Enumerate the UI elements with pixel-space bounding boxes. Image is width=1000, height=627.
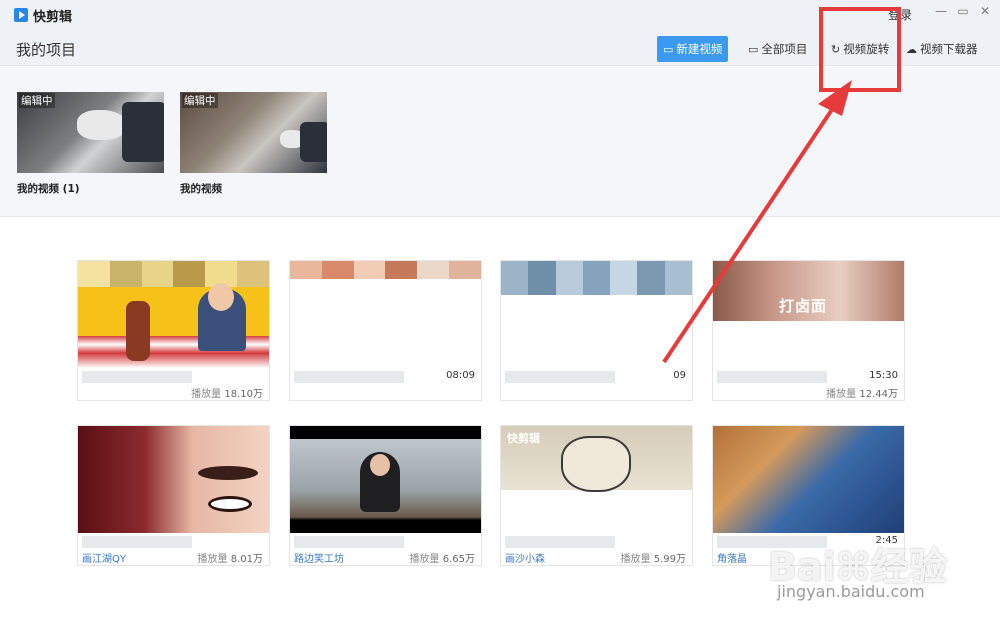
video-thumbnail[interactable] bbox=[290, 261, 481, 368]
views-value: 18.10万 bbox=[224, 389, 263, 400]
video-thumbnail[interactable] bbox=[501, 261, 692, 368]
video-title-blurred bbox=[505, 371, 615, 383]
all-projects-button[interactable]: ▭ 全部项目 bbox=[742, 36, 813, 62]
video-info: 15:30 播放量 12.44万 bbox=[713, 368, 904, 400]
video-author[interactable]: 路边笑工坊 bbox=[294, 550, 344, 565]
video-views: 播放量 12.44万 bbox=[826, 385, 898, 400]
new-video-label: 新建视频 bbox=[676, 42, 723, 56]
thumbnail-eye bbox=[208, 496, 252, 512]
video-card[interactable]: 快剪辑 画沙小森 播放量 5.99万 bbox=[500, 425, 693, 566]
video-info: 路边笑工坊 播放量 6.65万 bbox=[290, 533, 481, 565]
views-value: 6.65万 bbox=[442, 554, 475, 565]
thumbnail-mosaic bbox=[78, 261, 269, 287]
video-info: 画江湖QY 播放量 8.01万 bbox=[78, 533, 269, 565]
video-card[interactable]: 播放量 18.10万 bbox=[77, 260, 270, 401]
views-label: 播放量 bbox=[620, 554, 651, 565]
thumbnail-face bbox=[370, 454, 390, 476]
video-card[interactable]: 路边笑工坊 播放量 6.65万 bbox=[289, 425, 482, 566]
thumbnail-mosaic bbox=[290, 261, 481, 279]
video-thumbnail[interactable] bbox=[78, 426, 269, 533]
close-icon[interactable]: ✕ bbox=[978, 4, 992, 18]
project-name: 我的视频 (1) bbox=[17, 183, 80, 195]
thumbnail-caption: 打卤面 bbox=[779, 297, 828, 315]
video-author[interactable]: 画沙小森 bbox=[505, 550, 545, 565]
thumbnail-face bbox=[208, 283, 234, 311]
video-views: 播放量 18.10万 bbox=[191, 385, 263, 400]
project-item[interactable]: 编辑中 我的视频 bbox=[180, 92, 327, 196]
views-label: 播放量 bbox=[191, 389, 222, 400]
video-duration: 15:30 bbox=[869, 370, 898, 381]
video-card[interactable]: 09 bbox=[500, 260, 693, 401]
folder-icon: ▭ bbox=[748, 43, 759, 56]
video-info: 播放量 18.10万 bbox=[78, 368, 269, 400]
app-name: 快剪辑 bbox=[33, 10, 73, 25]
thumbnail-glove bbox=[77, 110, 127, 140]
project-name: 我的视频 bbox=[180, 183, 222, 195]
page-title: 我的项目 bbox=[16, 41, 77, 59]
thumbnail-logo-text: 快剪辑 bbox=[507, 432, 540, 445]
views-label: 播放量 bbox=[409, 554, 440, 565]
video-title-blurred bbox=[505, 536, 615, 548]
new-video-button[interactable]: ▭ 新建视频 bbox=[657, 36, 729, 62]
video-title-blurred bbox=[717, 371, 827, 383]
video-thumbnail[interactable] bbox=[290, 426, 481, 533]
video-author[interactable]: 画江湖QY bbox=[82, 550, 126, 565]
thumbnail-mosaic bbox=[501, 261, 692, 295]
video-info: 画沙小森 播放量 5.99万 bbox=[501, 533, 692, 565]
video-info: 09 bbox=[501, 368, 692, 400]
thumbnail-sleeve bbox=[300, 122, 327, 162]
minimize-icon[interactable]: — bbox=[934, 4, 948, 18]
video-camera-icon: ▭ bbox=[663, 43, 674, 56]
annotation-highlight-box bbox=[819, 7, 901, 92]
views-value: 5.99万 bbox=[653, 554, 686, 565]
video-downloader-label: 视频下载器 bbox=[920, 42, 978, 56]
thumbnail-food bbox=[126, 301, 150, 361]
project-thumbnail[interactable]: 编辑中 bbox=[180, 92, 327, 173]
video-title-blurred bbox=[294, 536, 404, 548]
views-label: 播放量 bbox=[826, 389, 857, 400]
app-logo-icon bbox=[14, 8, 28, 22]
all-projects-label: 全部项目 bbox=[761, 42, 808, 56]
views-value: 12.44万 bbox=[859, 389, 898, 400]
project-item[interactable]: 编辑中 我的视频 (1) bbox=[17, 92, 164, 196]
thumbnail-sleeve bbox=[122, 102, 164, 162]
video-views: 播放量 8.01万 bbox=[198, 550, 263, 565]
video-title-blurred bbox=[82, 536, 192, 548]
views-value: 8.01万 bbox=[230, 554, 263, 565]
video-card[interactable]: 08:09 bbox=[289, 260, 482, 401]
thumbnail-brow bbox=[198, 466, 258, 480]
project-thumbnail[interactable]: 编辑中 bbox=[17, 92, 164, 173]
video-thumbnail[interactable] bbox=[713, 426, 904, 533]
video-duration: 09 bbox=[673, 370, 686, 381]
video-duration: 08:09 bbox=[446, 370, 475, 381]
cloud-download-icon: ☁ bbox=[906, 43, 917, 56]
video-title-blurred bbox=[82, 371, 192, 383]
watermark-url: jingyan.baidu.com bbox=[777, 582, 925, 601]
video-card[interactable]: 画江湖QY 播放量 8.01万 bbox=[77, 425, 270, 566]
video-thumbnail[interactable]: 快剪辑 bbox=[501, 426, 692, 533]
views-label: 播放量 bbox=[197, 554, 228, 565]
video-downloader-button[interactable]: ☁ 视频下载器 bbox=[900, 36, 984, 62]
editing-badge: 编辑中 bbox=[182, 93, 218, 108]
thumbnail-sketch-face bbox=[561, 436, 631, 492]
video-views: 播放量 5.99万 bbox=[621, 550, 686, 565]
video-title-blurred bbox=[294, 371, 404, 383]
video-views: 播放量 6.65万 bbox=[410, 550, 475, 565]
editing-badge: 编辑中 bbox=[19, 93, 55, 108]
video-card[interactable]: 打卤面 15:30 播放量 12.44万 bbox=[712, 260, 905, 401]
video-thumbnail[interactable] bbox=[78, 261, 269, 368]
video-info: 08:09 bbox=[290, 368, 481, 400]
video-author[interactable]: 角落晶 bbox=[717, 550, 747, 565]
video-thumbnail[interactable]: 打卤面 bbox=[713, 261, 904, 368]
maximize-icon[interactable]: ▭ bbox=[956, 4, 970, 18]
